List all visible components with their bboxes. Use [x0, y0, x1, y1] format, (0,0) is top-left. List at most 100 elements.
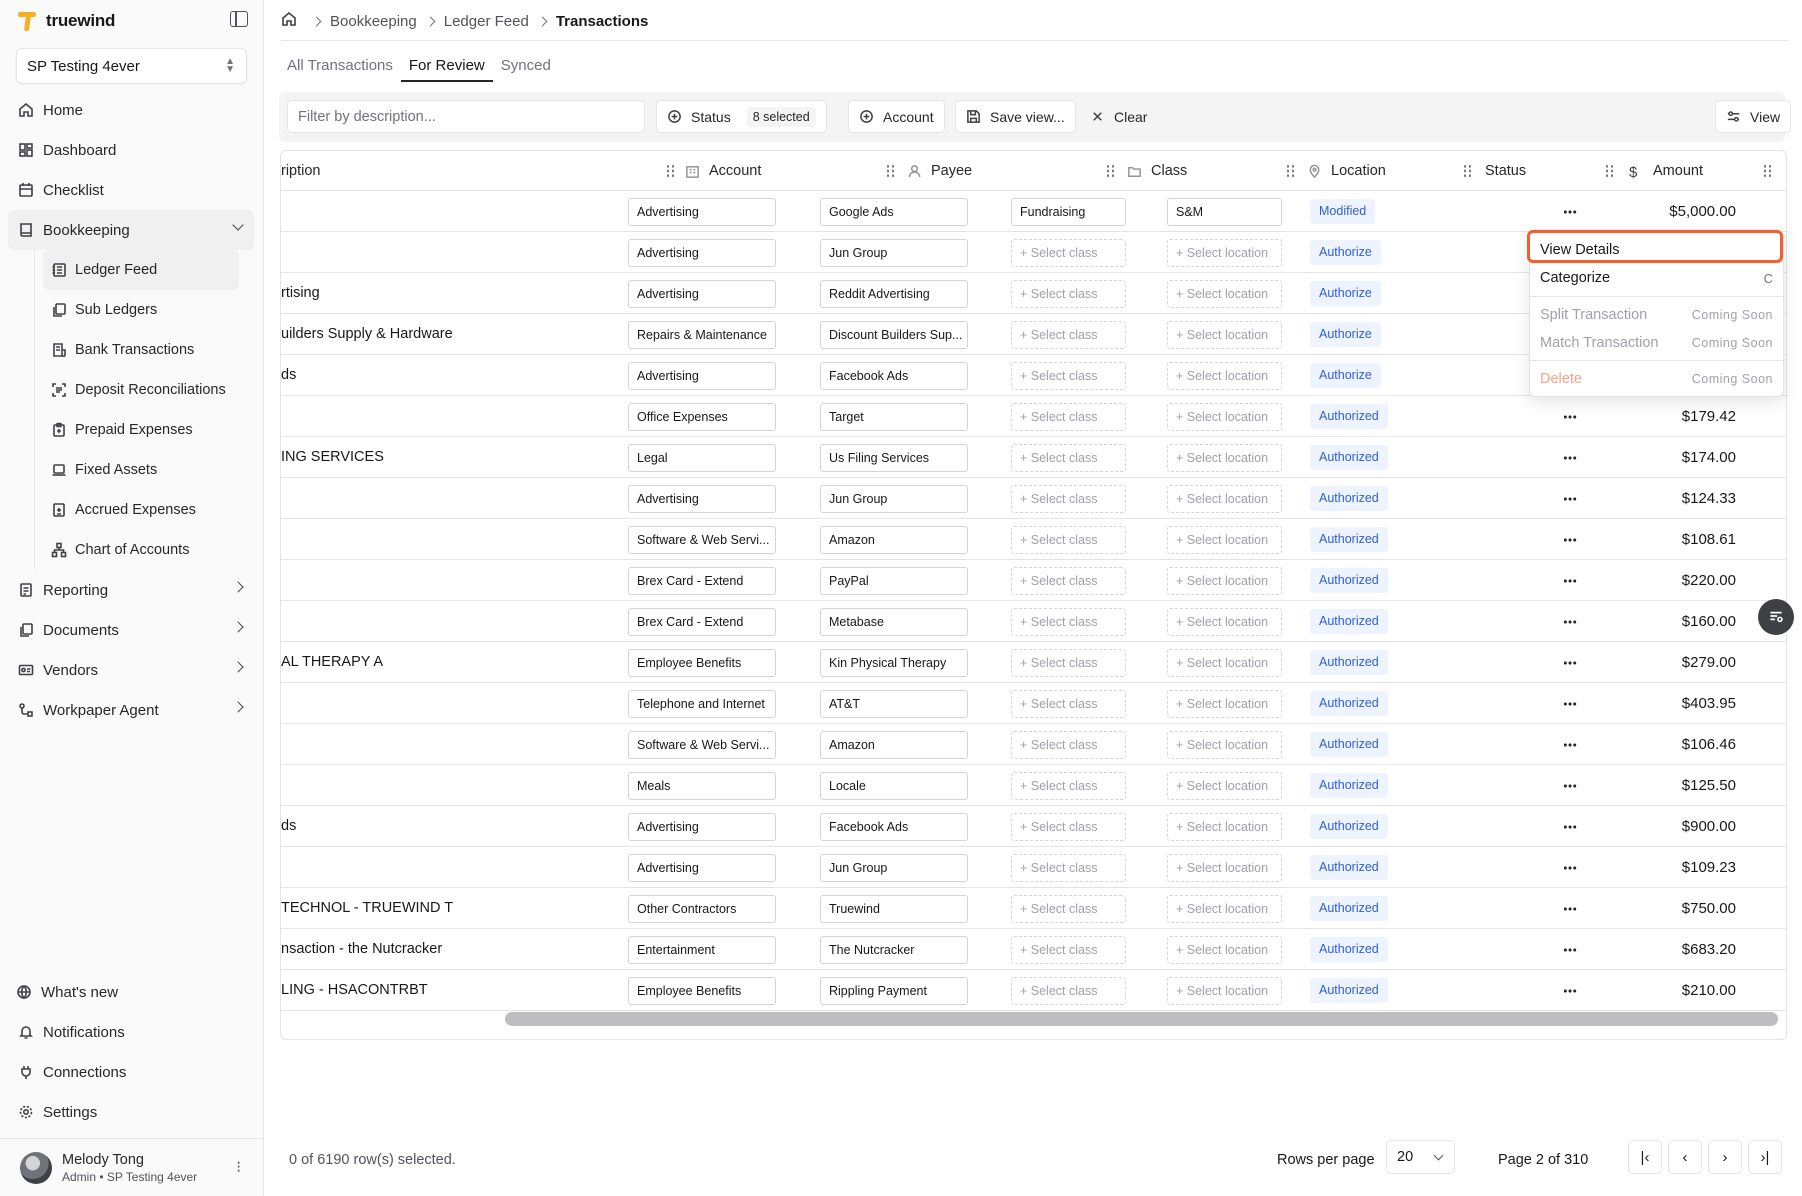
table-row[interactable]: Telephone and Internet AT&T + Select class… [281, 683, 1786, 724]
first-page-button[interactable]: |‹ [1628, 1140, 1662, 1174]
table-row[interactable]: TECHNOL - TRUEWIND T Other Contractors Tru… [281, 888, 1786, 929]
location-select[interactable]: + Select location [1167, 649, 1282, 677]
more-horizontal-icon[interactable] [1563, 989, 1577, 993]
payee-select[interactable]: Amazon [820, 526, 968, 554]
sidebar-item-prepaid-expenses[interactable]: Prepaid Expenses [43, 410, 239, 450]
table-row[interactable]: nsaction - the Nutcracker Entertainment Th… [281, 929, 1786, 970]
class-select[interactable]: + Select class [1011, 690, 1126, 718]
payee-select[interactable]: Facebook Ads [820, 362, 968, 390]
location-select[interactable]: + Select location [1167, 239, 1282, 267]
class-select[interactable]: + Select class [1011, 854, 1126, 882]
breadcrumb-bookkeeping[interactable]: Bookkeeping [330, 13, 417, 30]
payee-select[interactable]: Us Filing Services [820, 444, 968, 472]
status-filter-button[interactable]: Status 8 selected [656, 100, 827, 133]
class-select[interactable]: Fundraising [1011, 198, 1126, 226]
next-page-button[interactable]: › [1708, 1140, 1742, 1174]
drag-handle-icon[interactable] [1464, 164, 1472, 178]
sidebar-item-bank-transactions[interactable]: Bank Transactions [43, 330, 239, 370]
table-row[interactable]: Brex Card - Extend PayPal + Select class + … [281, 560, 1786, 601]
payee-select[interactable]: Jun Group [820, 854, 968, 882]
class-select[interactable]: + Select class [1011, 977, 1126, 1005]
account-select[interactable]: Other Contractors [628, 895, 776, 923]
tab-all-transactions[interactable]: All Transactions [279, 54, 401, 82]
table-row[interactable]: ds Advertising Facebook Ads + Select class +… [281, 806, 1786, 847]
table-row[interactable]: LING - HSACONTRBT Employee Benefits Rippli… [281, 970, 1786, 1011]
more-horizontal-icon[interactable] [1563, 661, 1577, 665]
account-select[interactable]: Employee Benefits [628, 649, 776, 677]
sidebar-item-connections[interactable]: Connections [8, 1052, 254, 1092]
column-header-account[interactable]: Account [685, 151, 761, 191]
payee-select[interactable]: Metabase [820, 608, 968, 636]
location-select[interactable]: + Select location [1167, 567, 1282, 595]
class-select[interactable]: + Select class [1011, 526, 1126, 554]
menu-item-categorize[interactable]: Categorize C [1540, 265, 1773, 291]
class-select[interactable]: + Select class [1011, 280, 1126, 308]
class-select[interactable]: + Select class [1011, 362, 1126, 390]
org-select[interactable]: SP Testing 4ever ▲ ▼ [16, 48, 247, 84]
table-row[interactable]: AL THERAPY A Employee Benefits Kin Physica… [281, 642, 1786, 683]
location-select[interactable]: + Select location [1167, 977, 1282, 1005]
location-select[interactable]: + Select location [1167, 690, 1282, 718]
payee-select[interactable]: Google Ads [820, 198, 968, 226]
sidebar-item-notifications[interactable]: Notifications [8, 1012, 254, 1052]
account-select[interactable]: Advertising [628, 854, 776, 882]
payee-select[interactable]: Discount Builders Sup... [820, 321, 968, 349]
location-select[interactable]: + Select location [1167, 526, 1282, 554]
sidebar-item-vendors[interactable]: Vendors [8, 650, 254, 690]
sidebar-item-accrued-expenses[interactable]: Accrued Expenses [43, 490, 239, 530]
account-select[interactable]: Brex Card - Extend [628, 608, 776, 636]
location-select[interactable]: + Select location [1167, 895, 1282, 923]
column-header-payee[interactable]: Payee [907, 151, 972, 191]
account-select[interactable]: Meals [628, 772, 776, 800]
location-select[interactable]: + Select location [1167, 403, 1282, 431]
sidebar-item-fixed-assets[interactable]: Fixed Assets [43, 450, 239, 490]
table-row[interactable]: Meals Locale + Select class + Select locati… [281, 765, 1786, 806]
more-horizontal-icon[interactable] [1563, 579, 1577, 583]
table-row[interactable]: Brex Card - Extend Metabase + Select class… [281, 601, 1786, 642]
filter-input[interactable] [287, 100, 645, 133]
class-select[interactable]: + Select class [1011, 485, 1126, 513]
more-horizontal-icon[interactable] [1563, 743, 1577, 747]
more-vertical-icon[interactable]: · · · [236, 1155, 241, 1179]
payee-select[interactable]: Locale [820, 772, 968, 800]
more-horizontal-icon[interactable] [1563, 538, 1577, 542]
user-menu[interactable]: Melody Tong Admin • SP Testing 4ever · · · [0, 1138, 264, 1196]
tab-synced[interactable]: Synced [493, 54, 559, 82]
home-icon[interactable] [281, 11, 297, 31]
account-select[interactable]: Repairs & Maintenance [628, 321, 776, 349]
payee-select[interactable]: The Nutcracker [820, 936, 968, 964]
sidebar-item-chart-of-accounts[interactable]: Chart of Accounts [43, 530, 239, 570]
more-horizontal-icon[interactable] [1563, 784, 1577, 788]
drag-handle-icon[interactable] [1107, 164, 1115, 178]
table-row[interactable]: Software & Web Servi... Amazon + Select cl… [281, 519, 1786, 560]
more-horizontal-icon[interactable] [1563, 702, 1577, 706]
more-horizontal-icon[interactable] [1563, 497, 1577, 501]
drag-handle-icon[interactable] [887, 164, 895, 178]
payee-select[interactable]: Jun Group [820, 485, 968, 513]
account-select[interactable]: Telephone and Internet [628, 690, 776, 718]
table-row[interactable]: Office Expenses Target + Select class + Sel… [281, 396, 1786, 437]
class-select[interactable]: + Select class [1011, 567, 1126, 595]
drag-handle-icon[interactable] [1606, 164, 1614, 178]
account-select[interactable]: Advertising [628, 239, 776, 267]
column-header-status[interactable]: Status [1485, 151, 1526, 191]
more-horizontal-icon[interactable] [1563, 415, 1577, 419]
account-select[interactable]: Brex Card - Extend [628, 567, 776, 595]
account-select[interactable]: Advertising [628, 362, 776, 390]
class-select[interactable]: + Select class [1011, 895, 1126, 923]
sidebar-item-bookkeeping[interactable]: Bookkeeping [8, 210, 254, 250]
assistant-fab[interactable] [1758, 599, 1794, 635]
sidebar-toggle-icon[interactable] [230, 11, 248, 27]
table-row[interactable]: ING SERVICES Legal Us Filing Services + Sel… [281, 437, 1786, 478]
class-select[interactable]: + Select class [1011, 239, 1126, 267]
payee-select[interactable]: Target [820, 403, 968, 431]
location-select[interactable]: + Select location [1167, 772, 1282, 800]
class-select[interactable]: + Select class [1011, 403, 1126, 431]
account-filter-button[interactable]: Account [848, 100, 945, 133]
table-row[interactable]: Advertising Google Ads Fundraising S&M Modif… [281, 191, 1786, 232]
location-select[interactable]: + Select location [1167, 731, 1282, 759]
location-select[interactable]: + Select location [1167, 936, 1282, 964]
sidebar-item-checklist[interactable]: Checklist [8, 170, 254, 210]
account-select[interactable]: Software & Web Servi... [628, 526, 776, 554]
more-horizontal-icon[interactable] [1563, 866, 1577, 870]
